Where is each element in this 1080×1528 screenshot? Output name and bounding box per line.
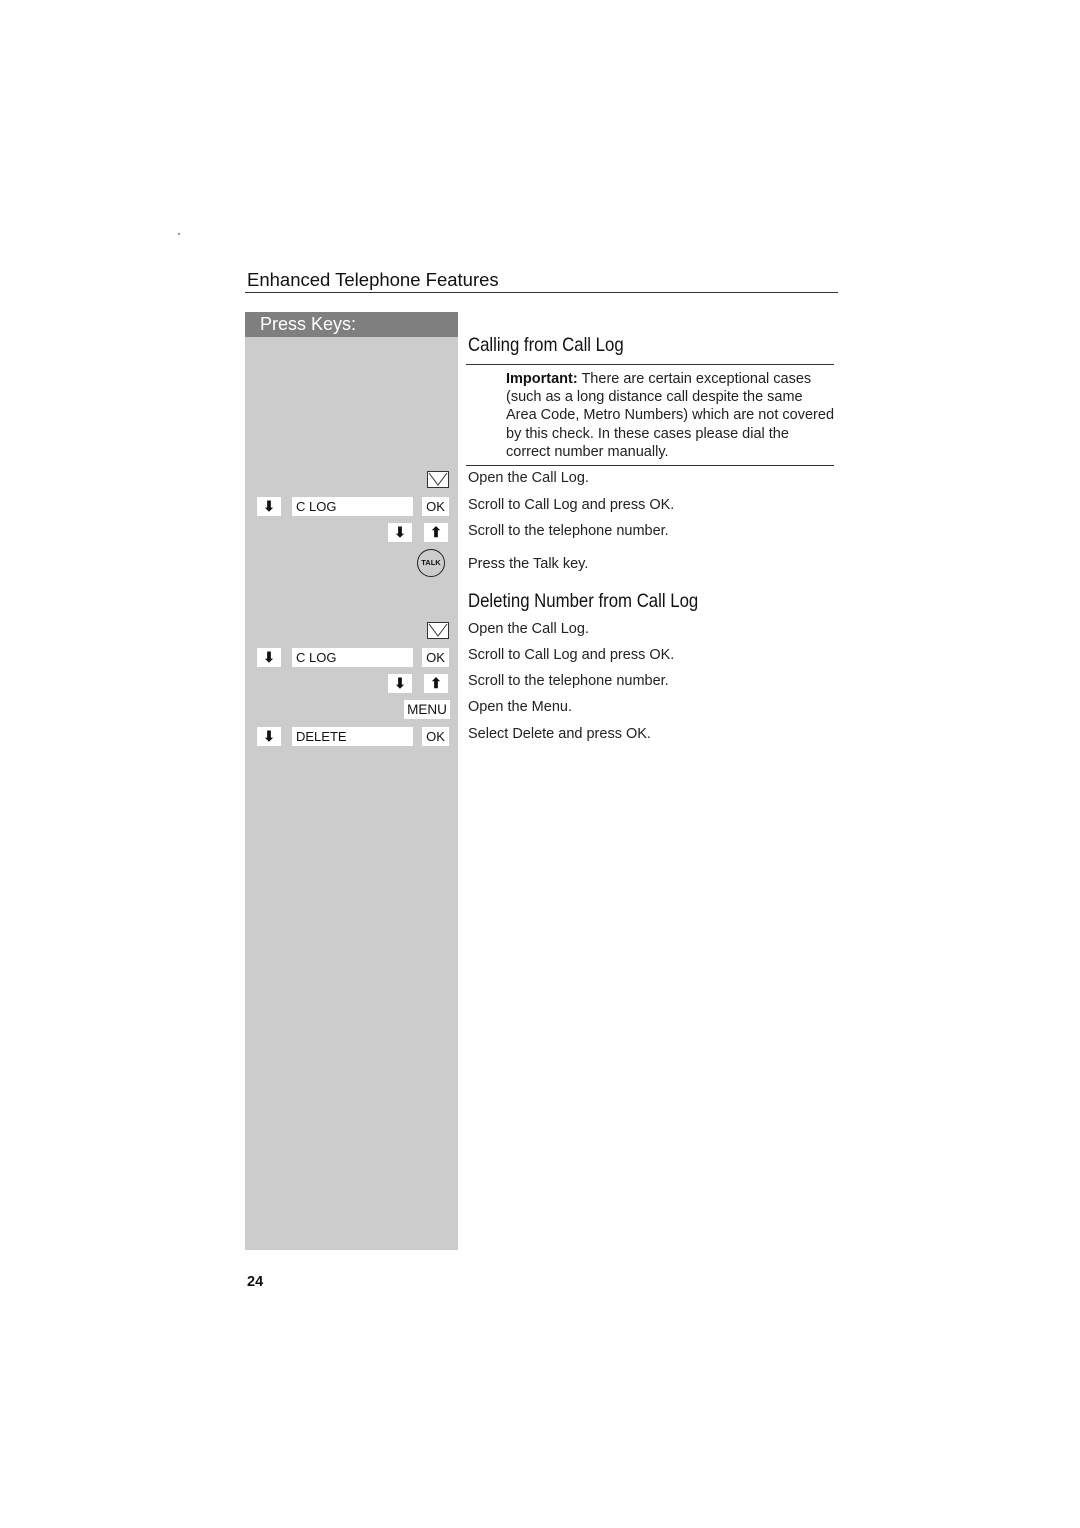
press-keys-title: Press Keys: [260, 314, 357, 334]
deleting-step-2: Scroll to Call Log and press OK. [468, 647, 675, 663]
note-bottom-rule [466, 465, 834, 466]
down-arrow-key[interactable]: ⬇ [388, 674, 412, 693]
up-arrow-key[interactable]: ⬆ [424, 523, 448, 542]
delete-display: DELETE [292, 727, 413, 746]
talk-key-icon[interactable]: TALK [417, 549, 445, 577]
deleting-step-1: Open the Call Log. [468, 621, 589, 637]
menu-key[interactable]: MENU [404, 700, 450, 719]
note-top-rule [466, 364, 834, 365]
important-note: Important: There are certain exceptional… [506, 370, 836, 461]
calling-step-4: Press the Talk key. [468, 556, 589, 572]
deleting-step-4: Open the Menu. [468, 699, 572, 715]
deleting-step-5: Select Delete and press OK. [468, 726, 651, 742]
envelope-icon[interactable] [427, 622, 449, 639]
section-title: Enhanced Telephone Features [247, 269, 499, 290]
down-arrow-key[interactable]: ⬇ [257, 727, 281, 746]
deleting-step-3: Scroll to the telephone number. [468, 673, 669, 689]
down-arrow-key[interactable]: ⬇ [257, 497, 281, 516]
calling-step-1: Open the Call Log. [468, 470, 589, 486]
envelope-icon[interactable] [427, 471, 449, 488]
important-label: Important: [506, 371, 578, 387]
up-arrow-key[interactable]: ⬆ [424, 674, 448, 693]
calling-step-3: Scroll to the telephone number. [468, 523, 669, 539]
c-log-display: C LOG [292, 648, 413, 667]
down-arrow-key[interactable]: ⬇ [388, 523, 412, 542]
ok-key[interactable]: OK [422, 497, 449, 516]
stray-dot [178, 233, 180, 235]
section-divider [245, 292, 838, 293]
calling-step-2: Scroll to Call Log and press OK. [468, 497, 675, 513]
ok-key[interactable]: OK [422, 727, 449, 746]
press-keys-header: Press Keys: [245, 312, 458, 337]
page-number: 24 [247, 1274, 264, 1290]
down-arrow-key[interactable]: ⬇ [257, 648, 281, 667]
press-keys-column [245, 312, 458, 1250]
ok-key[interactable]: OK [422, 648, 449, 667]
c-log-display: C LOG [292, 497, 413, 516]
deleting-heading: Deleting Number from Call Log [468, 590, 699, 612]
calling-heading: Calling from Call Log [468, 334, 624, 356]
